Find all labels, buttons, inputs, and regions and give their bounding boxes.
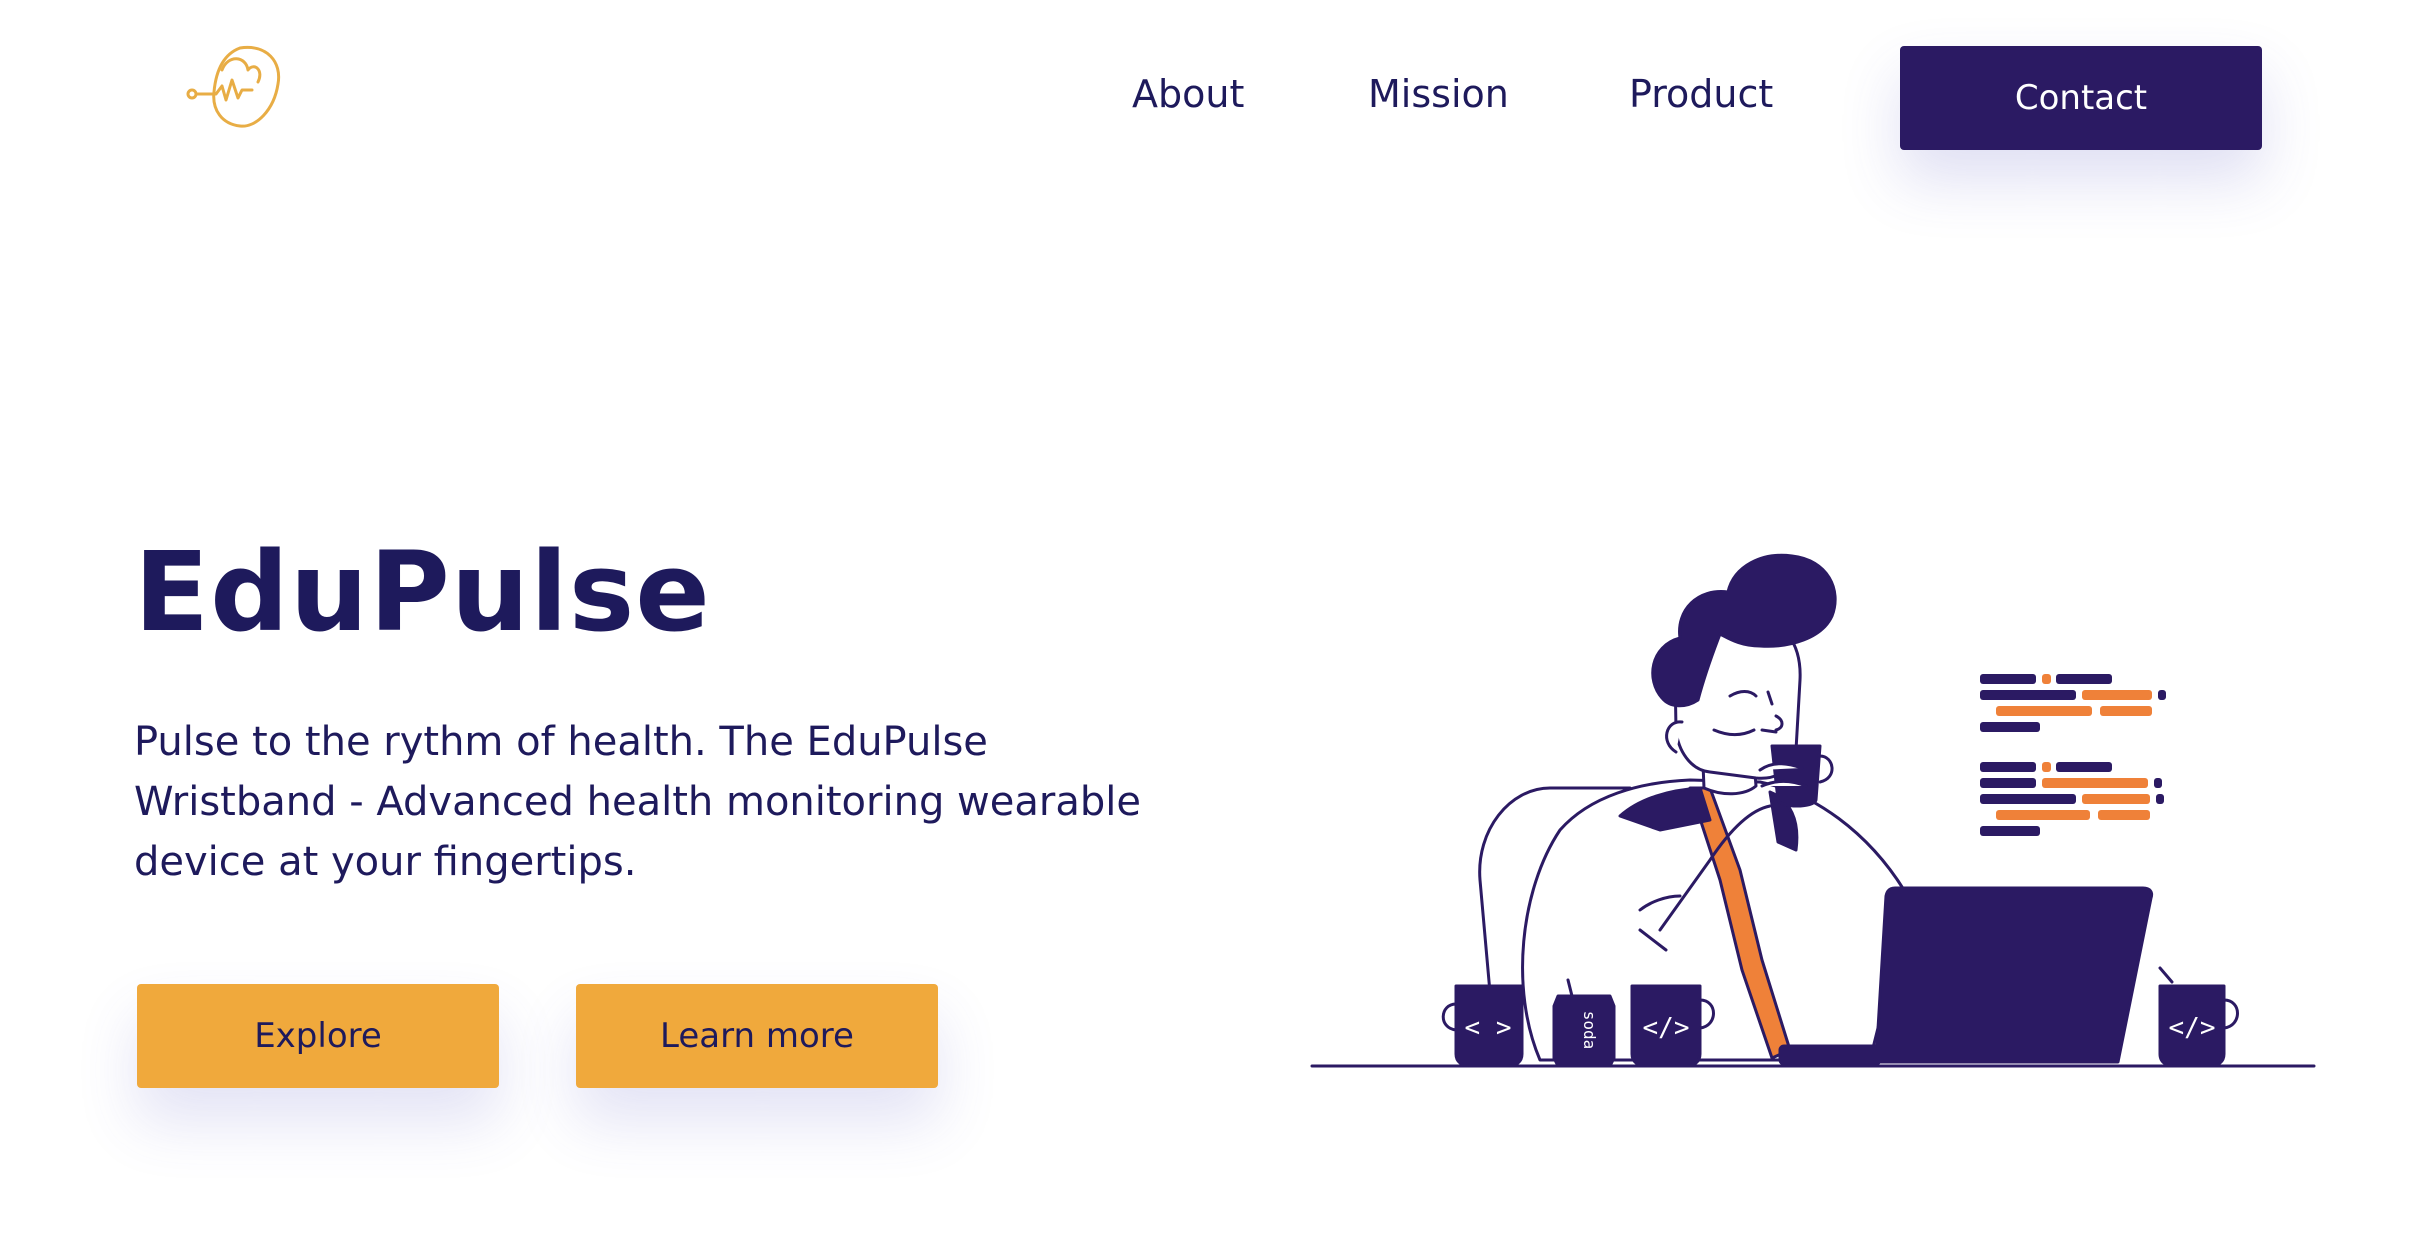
nav-link-product[interactable]: Product — [1629, 70, 1773, 118]
contact-button[interactable]: Contact — [1900, 46, 2262, 150]
code-snippet-icon — [1980, 762, 2164, 836]
landing-page: About Mission Product Contact EduPulse P… — [0, 0, 2428, 1250]
code-snippet-icon — [1980, 674, 2166, 732]
explore-button[interactable]: Explore — [137, 984, 499, 1088]
developer-with-laptop-and-coffee-illustration: < > </> </> soda — [1310, 530, 2340, 1090]
hero-title: EduPulse — [134, 528, 711, 656]
nav-link-mission[interactable]: Mission — [1368, 70, 1509, 118]
mug-label: </> — [2169, 1013, 2216, 1043]
heart-pulse-logo-icon[interactable] — [182, 40, 292, 136]
learn-more-button[interactable]: Learn more — [576, 984, 938, 1088]
can-label: soda — [1580, 1011, 1599, 1050]
hero-description: Pulse to the rythm of health. The EduPul… — [134, 719, 1141, 885]
mug-label: </> — [1643, 1013, 1690, 1043]
nav-link-about[interactable]: About — [1132, 70, 1244, 118]
mug-label: < > — [1465, 1013, 1512, 1043]
